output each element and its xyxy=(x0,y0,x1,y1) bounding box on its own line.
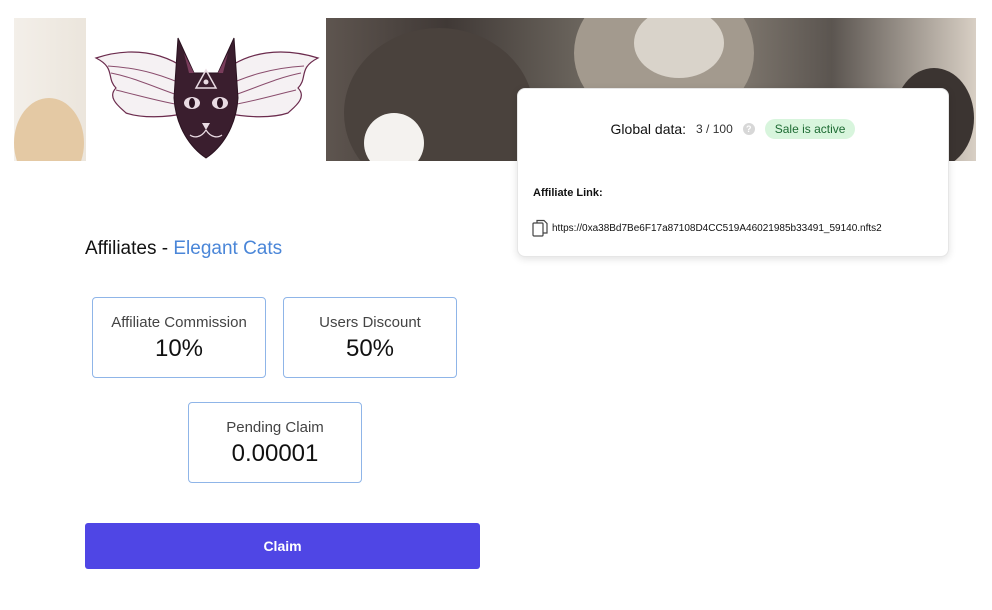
affiliate-commission-value: 10% xyxy=(154,335,204,362)
copy-icon[interactable] xyxy=(532,219,548,237)
affiliate-commission-card: Affiliate Commission 10% xyxy=(92,297,266,378)
page-title: Affiliates - Elegant Cats xyxy=(85,238,282,260)
collection-link[interactable]: Elegant Cats xyxy=(173,238,282,259)
pending-claim-card: Pending Claim 0.00001 xyxy=(188,402,362,483)
logo xyxy=(86,18,326,161)
pending-claim-value: 0.00001 xyxy=(231,440,319,467)
global-data-count: 3 / 100 xyxy=(696,122,733,136)
affiliate-link-row: https://0xa38Bd7Be6F17a87108D4CC519A4602… xyxy=(532,219,942,237)
users-discount-card: Users Discount 50% xyxy=(283,297,457,378)
global-data-row: Global data: 3 / 100 ? Sale is active xyxy=(518,119,948,139)
affiliate-info-card: Global data: 3 / 100 ? Sale is active Af… xyxy=(517,88,949,257)
status-badge: Sale is active xyxy=(764,119,856,139)
question-icon[interactable]: ? xyxy=(742,123,755,135)
users-discount-label: Users Discount xyxy=(319,314,421,331)
global-data-label: Global data: xyxy=(610,121,687,137)
affiliate-link-url[interactable]: https://0xa38Bd7Be6F17a87108D4CC519A4602… xyxy=(552,223,882,234)
pending-claim-label: Pending Claim xyxy=(226,419,324,436)
claim-button[interactable]: Claim xyxy=(85,523,480,569)
affiliate-link-label: Affiliate Link: xyxy=(533,187,603,199)
users-discount-value: 50% xyxy=(345,335,395,362)
winged-cat-logo-icon xyxy=(94,37,320,159)
title-prefix: Affiliates - xyxy=(85,238,174,259)
affiliate-commission-label: Affiliate Commission xyxy=(111,314,247,331)
